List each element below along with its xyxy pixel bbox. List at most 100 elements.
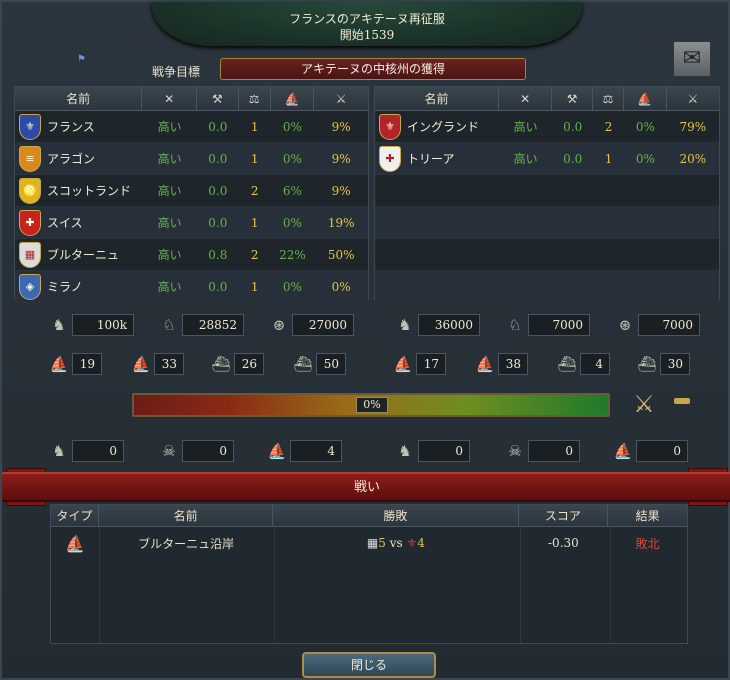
- column-divider: [99, 527, 100, 643]
- country-name-cell: ✚ トリーア: [375, 145, 499, 172]
- battle-result: 敗北: [635, 536, 660, 551]
- country-name: イングランド: [407, 120, 480, 134]
- crossed-axes-icon: ⚒: [552, 87, 594, 110]
- naval-share: 0%: [635, 119, 655, 134]
- right-cavalry-losses: ☠ 0: [502, 438, 580, 464]
- war-enthusiasm: 高い: [513, 120, 538, 134]
- left-light-value: 33: [154, 353, 184, 375]
- exhaustion: 0.0: [563, 119, 583, 134]
- country-name-cell: ⚜ イングランド: [375, 113, 499, 140]
- england-flag-icon: ⚜: [406, 536, 418, 550]
- left-infantry-value: 100k: [72, 314, 134, 336]
- country-name: ミラノ: [47, 280, 83, 294]
- naval-share: 0%: [282, 279, 302, 294]
- country-row[interactable]: ≡ アラゴン 高い 0.0 1 0% 9%: [15, 143, 368, 175]
- brittany-flag-icon: ▦: [366, 536, 379, 550]
- left-artillery-value: 27000: [292, 314, 354, 336]
- right-light-ships: ⛵ 38: [472, 351, 528, 377]
- scroll-icon: ✉: [682, 46, 702, 71]
- right-cavalry-value: 7000: [528, 314, 590, 336]
- right-transports: ⛴ 30: [634, 351, 690, 377]
- left-galley-value: 26: [234, 353, 264, 375]
- country-name-cell: ✚ スイス: [15, 209, 142, 236]
- name-header: 名前: [99, 505, 274, 526]
- contribution-icon: ⚔: [687, 92, 699, 106]
- exhaustion: 0.0: [208, 151, 228, 166]
- ledger-button[interactable]: ✉: [672, 40, 712, 78]
- country-row[interactable]: ◈ ミラノ 高い 0.0 1 0% 0%: [15, 271, 368, 303]
- empty-row: [375, 175, 719, 207]
- country-row[interactable]: ⚜ イングランド 高い 0.0 2 0% 79%: [375, 111, 719, 143]
- outcome-header: 勝敗: [273, 505, 519, 526]
- war-window: フランスのアキテーヌ再征服 開始1539 ⚑ 戦争目標 アキテーヌの中核州の獲得…: [0, 0, 730, 680]
- battle-row[interactable]: ⛵ ブルターニュ沿岸 ▦5 vs ⚜4 -0.30 敗北: [51, 527, 687, 559]
- war-enthusiasm: 高い: [157, 152, 182, 166]
- defenders-header: 名前 ✕ ⚒ ⚖ ⛵ ⚔: [375, 87, 719, 111]
- country-name: トリーア: [407, 152, 455, 166]
- right-infantry-loss-value: 0: [418, 440, 470, 462]
- right-galleys: ⛴ 4: [554, 351, 610, 377]
- country-row[interactable]: ♌ スコットランド 高い 0.0 2 6% 9%: [15, 175, 368, 207]
- empty-row: [375, 271, 719, 303]
- left-count: 5: [378, 536, 386, 550]
- battles-count: 1: [250, 215, 259, 230]
- infantry-icon: ♞: [52, 316, 66, 334]
- score-header: スコア: [519, 505, 609, 526]
- naval-share: 0%: [282, 151, 302, 166]
- contribution: 0%: [331, 279, 351, 294]
- scales-icon: ⚖: [239, 87, 271, 110]
- battles-count: 1: [250, 119, 259, 134]
- country-row[interactable]: ▦ ブルターニュ 高い 0.8 2 22% 50%: [15, 239, 368, 271]
- naval-share: 0%: [635, 151, 655, 166]
- peace-toggle[interactable]: [674, 398, 690, 404]
- crossed-axes-icon: ⚒: [197, 87, 239, 110]
- right-artillery-value: 7000: [638, 314, 700, 336]
- aragon-shield-icon: ≡: [19, 145, 41, 172]
- left-light-ships: ⛵ 33: [128, 351, 184, 377]
- war-title: フランスのアキテーヌ再征服: [289, 12, 445, 26]
- contribution: 9%: [331, 183, 351, 198]
- naval-share: 22%: [279, 247, 306, 262]
- crossed-swords-icon: ⚔: [633, 390, 655, 418]
- country-name: フランス: [47, 120, 95, 134]
- column-divider: [520, 527, 521, 643]
- defenders-table: 名前 ✕ ⚒ ⚖ ⛵ ⚔ ⚜ イングランド 高い 0.0 2 0% 79% ✚ トリーア 高い 0.…: [374, 86, 720, 303]
- right-cavalry-stat: ♘ 7000: [502, 312, 590, 338]
- battles-count: 2: [604, 119, 613, 134]
- attrition-icon: ✕: [499, 87, 553, 110]
- war-goal-value: アキテーヌの中核州の獲得: [220, 58, 526, 80]
- right-infantry-losses: ♞ 0: [392, 438, 470, 464]
- ship-icon: ⛵: [64, 533, 85, 553]
- left-infantry-stat: ♞ 100k: [46, 312, 134, 338]
- left-cavalry-loss-value: 0: [182, 440, 234, 462]
- naval-share: 0%: [282, 215, 302, 230]
- country-row[interactable]: ⚜ フランス 高い 0.0 1 0% 9%: [15, 111, 368, 143]
- war-goal-label: 戦争目標: [152, 65, 201, 79]
- country-name-cell: ◈ ミラノ: [15, 273, 142, 300]
- exhaustion: 0.0: [563, 151, 583, 166]
- infantry-icon: ♞: [398, 316, 412, 334]
- battles-count: 2: [250, 247, 259, 262]
- war-enthusiasm: 高い: [513, 152, 538, 166]
- country-row[interactable]: ✚ トリーア 高い 0.0 1 0% 20%: [375, 143, 719, 175]
- galley-icon: ⛴: [211, 355, 231, 373]
- skull-icon: ☠: [162, 442, 176, 460]
- left-heavy-value: 19: [72, 353, 102, 375]
- country-name: ブルターニュ: [47, 248, 120, 262]
- left-artillery-stat: ⊛ 27000: [266, 312, 354, 338]
- attackers-header: 名前 ✕ ⚒ ⚖ ⛵ ⚔: [15, 87, 368, 111]
- country-name-cell: ♌ スコットランド: [15, 177, 142, 204]
- left-ship-losses: ⛵ 4: [264, 438, 342, 464]
- transport-icon: ⛴: [293, 355, 313, 373]
- country-row[interactable]: ✚ スイス 高い 0.0 1 0% 19%: [15, 207, 368, 239]
- flag-icon: ⚑: [77, 54, 86, 65]
- infantry-icon: ♞: [398, 442, 412, 460]
- cannon-icon: ⊛: [618, 316, 632, 334]
- milan-shield-icon: ◈: [19, 273, 41, 300]
- left-infantry-loss-value: 0: [72, 440, 124, 462]
- battles-header: タイプ 名前 勝敗 スコア 結果: [51, 505, 687, 527]
- close-button[interactable]: 閉じる: [302, 652, 436, 678]
- left-galleys: ⛴ 26: [208, 351, 264, 377]
- left-heavy-ships: ⛵ 19: [46, 351, 102, 377]
- galley-icon: ⛴: [557, 355, 577, 373]
